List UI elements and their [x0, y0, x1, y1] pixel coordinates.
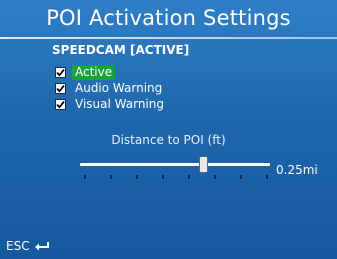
option-audio-warning-label: Audio Warning	[75, 81, 163, 95]
option-active-label: Active	[72, 65, 116, 80]
checkbox-visual-warning[interactable]	[55, 99, 66, 110]
slider-tick	[188, 175, 190, 179]
distance-label: Distance to POI (ft)	[111, 133, 226, 147]
slider-tick	[214, 175, 216, 179]
checkbox-active[interactable]	[55, 67, 66, 78]
checkmark-icon	[56, 101, 65, 109]
option-active[interactable]: Active	[55, 65, 116, 80]
slider-tick	[240, 175, 242, 179]
title-divider	[0, 37, 337, 39]
slider-tick	[136, 175, 138, 179]
slider-tick	[110, 175, 112, 179]
option-audio-warning[interactable]: Audio Warning	[55, 81, 165, 96]
checkmark-icon	[56, 85, 65, 93]
distance-slider[interactable]	[80, 156, 270, 190]
esc-label: ESC	[6, 239, 30, 253]
return-arrow-icon	[34, 241, 49, 250]
checkbox-audio-warning[interactable]	[55, 83, 66, 94]
distance-value: 0.25mi	[276, 163, 318, 177]
slider-tick	[162, 175, 164, 179]
slider-tick	[84, 175, 86, 179]
option-visual-warning[interactable]: Visual Warning	[55, 97, 167, 112]
option-visual-warning-label: Visual Warning	[75, 97, 164, 111]
slider-track	[80, 163, 270, 166]
checkmark-icon	[56, 69, 65, 77]
esc-button[interactable]: ESC	[6, 239, 50, 253]
poi-settings-screen: POI Activation Settings SPEEDCAM [ACTIVE…	[0, 0, 337, 259]
slider-thumb[interactable]	[199, 156, 208, 173]
section-heading: SPEEDCAM [ACTIVE]	[52, 43, 190, 57]
page-title: POI Activation Settings	[46, 6, 291, 30]
slider-tick	[266, 175, 268, 179]
